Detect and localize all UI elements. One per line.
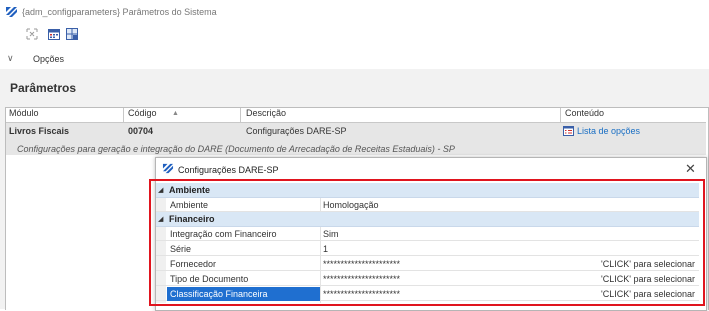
app-logo-icon (162, 163, 174, 174)
column-header-codigo[interactable]: Código (128, 108, 157, 118)
expand-icon[interactable] (26, 28, 38, 40)
grid-icon[interactable] (66, 28, 78, 40)
app-logo-icon (5, 6, 18, 18)
column-divider[interactable] (560, 108, 561, 122)
column-divider[interactable] (240, 108, 241, 122)
panel-title: Parâmetros (10, 81, 77, 95)
options-row[interactable] (0, 50, 709, 68)
column-header-modulo[interactable]: Módulo (9, 108, 39, 118)
options-label[interactable]: Opções (33, 54, 64, 64)
window-title: {adm_configparameters} Parâmetros do Sis… (22, 7, 217, 17)
list-options-link[interactable]: Lista de opções (577, 126, 640, 136)
list-options-icon[interactable] (563, 126, 574, 136)
row-detail-description: Configurações para geração e integração … (17, 144, 455, 154)
calendar-icon[interactable] (48, 28, 60, 40)
chevron-down-icon[interactable]: ∨ (7, 53, 14, 64)
sort-asc-icon[interactable]: ▲ (172, 110, 179, 117)
close-icon[interactable]: ✕ (685, 161, 696, 177)
dialog-title: Configurações DARE-SP (178, 165, 279, 175)
cell-modulo: Livros Fiscais (9, 126, 70, 136)
highlight-annotation-box (149, 179, 705, 306)
column-divider[interactable] (123, 108, 124, 122)
column-header-descricao[interactable]: Descrição (246, 108, 286, 118)
column-header-conteudo[interactable]: Conteúdo (565, 108, 604, 118)
cell-descricao: Configurações DARE-SP (246, 126, 347, 136)
cell-codigo: 00704 (128, 126, 154, 136)
